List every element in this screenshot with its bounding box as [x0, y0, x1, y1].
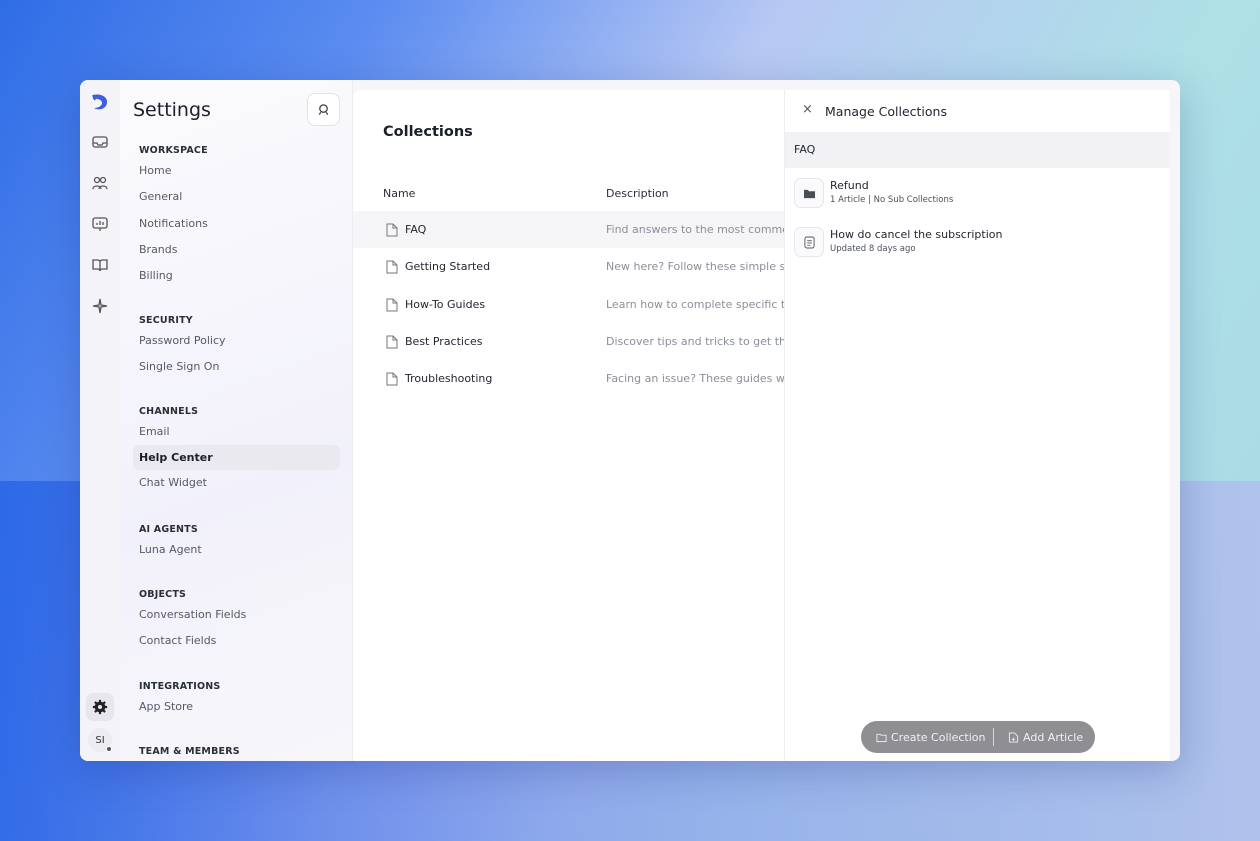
sidebar-item-notifications[interactable]: Notifications — [133, 211, 340, 237]
document-icon — [386, 298, 398, 312]
item-subtitle: Updated 8 days ago — [830, 244, 916, 254]
section-title: CHANNELS — [139, 406, 199, 417]
row-name: Troubleshooting — [405, 372, 493, 386]
document-icon — [386, 335, 398, 349]
contacts-icon[interactable] — [88, 171, 112, 195]
section-objects: OBJECTS Conversation Fields Contact Fiel… — [133, 588, 340, 655]
row-description: New here? Follow these simple step — [606, 260, 784, 274]
file-plus-icon — [1008, 731, 1019, 743]
row-name: FAQ — [405, 223, 427, 236]
section-workspace: WORKSPACE Home General Notifications Bra… — [133, 144, 340, 289]
add-article-label: Add Article — [1023, 730, 1084, 744]
section-title: WORKSPACE — [139, 145, 208, 156]
create-collection-button[interactable]: Create Collection — [861, 721, 993, 753]
sidebar-item-email[interactable]: Email — [133, 419, 340, 445]
manage-collections-panel: × Manage Collections FAQ Refund 1 Articl… — [784, 90, 1170, 761]
folder-plus-icon — [876, 733, 887, 742]
status-dot — [106, 746, 112, 752]
item-subtitle: 1 Article | No Sub Collections — [830, 195, 954, 205]
section-team-members: TEAM & MEMBERS — [133, 745, 340, 759]
row-description: Discover tips and tricks to get the b — [606, 334, 784, 348]
section-ai-agents: AI AGENTS Luna Agent — [133, 523, 340, 563]
app-logo-icon[interactable] — [89, 91, 111, 113]
column-header-description: Description — [606, 187, 669, 200]
collection-item-refund[interactable]: Refund 1 Article | No Sub Collections — [794, 178, 1154, 210]
page-title: Collections — [383, 124, 473, 140]
breadcrumb[interactable]: FAQ — [785, 132, 1170, 168]
add-article-button[interactable]: Add Article — [994, 721, 1083, 753]
document-icon — [386, 260, 398, 274]
sidebar-item-billing[interactable]: Billing — [133, 263, 340, 289]
search-icon — [318, 104, 329, 115]
reports-icon[interactable] — [88, 212, 112, 236]
sidebar-item-conversation-fields[interactable]: Conversation Fields — [133, 602, 340, 628]
folder-icon — [794, 178, 824, 208]
sidebar-item-contact-fields[interactable]: Contact Fields — [133, 628, 340, 654]
section-title: SECURITY — [139, 315, 193, 326]
section-integrations: INTEGRATIONS App Store — [133, 680, 340, 720]
sidebar-item-chat-widget[interactable]: Chat Widget — [133, 470, 340, 496]
section-title: AI AGENTS — [139, 524, 198, 535]
settings-sidebar: Settings WORKSPACE Home General Notifica… — [120, 80, 353, 761]
icon-rail: SI — [80, 80, 120, 761]
section-title: OBJECTS — [139, 589, 187, 600]
column-header-name: Name — [383, 187, 416, 200]
sidebar-item-luna-agent[interactable]: Luna Agent — [133, 537, 340, 563]
sidebar-item-brands[interactable]: Brands — [133, 237, 340, 263]
settings-gear-icon[interactable] — [86, 693, 114, 721]
avatar-initials: SI — [95, 734, 105, 746]
sidebar-item-password-policy[interactable]: Password Policy — [133, 328, 340, 354]
row-description: Learn how to complete specific tas — [606, 297, 784, 311]
ai-icon[interactable] — [88, 294, 112, 318]
action-bar: Create Collection Add Article — [861, 721, 1095, 753]
row-description: Facing an issue? These guides will h — [606, 372, 784, 386]
search-button[interactable] — [307, 93, 340, 126]
article-icon — [794, 227, 824, 257]
inbox-icon[interactable] — [88, 130, 112, 154]
app-window: SI Settings WORKSPACE Home General Notif… — [80, 80, 1180, 761]
item-title: Refund — [830, 179, 869, 192]
article-item[interactable]: How do cancel the subscription Updated 8… — [794, 227, 1154, 259]
section-title: TEAM & MEMBERS — [139, 746, 240, 757]
document-icon — [386, 223, 398, 237]
sidebar-item-help-center[interactable]: Help Center — [133, 445, 340, 471]
sidebar-title: Settings — [133, 99, 211, 121]
sidebar-item-single-sign-on[interactable]: Single Sign On — [133, 354, 340, 380]
create-collection-label: Create Collection — [891, 730, 986, 744]
row-name: Getting Started — [405, 260, 491, 274]
sidebar-item-general[interactable]: General — [133, 184, 340, 210]
panel-title: Manage Collections — [825, 104, 947, 119]
row-name: How-To Guides — [405, 297, 486, 311]
item-title: How do cancel the subscription — [830, 228, 1003, 241]
sidebar-item-home[interactable]: Home — [133, 158, 340, 184]
section-title: INTEGRATIONS — [139, 681, 221, 692]
section-security: SECURITY Password Policy Single Sign On — [133, 314, 340, 381]
section-channels: CHANNELS Email Help Center Chat Widget — [133, 405, 340, 497]
knowledge-icon[interactable] — [88, 253, 112, 277]
document-icon — [386, 372, 398, 386]
row-name: Best Practices — [405, 334, 483, 348]
row-description: Find answers to the most common — [606, 223, 784, 236]
close-icon[interactable]: × — [802, 103, 816, 117]
sidebar-item-app-store[interactable]: App Store — [133, 694, 340, 720]
user-avatar[interactable]: SI — [88, 728, 112, 752]
